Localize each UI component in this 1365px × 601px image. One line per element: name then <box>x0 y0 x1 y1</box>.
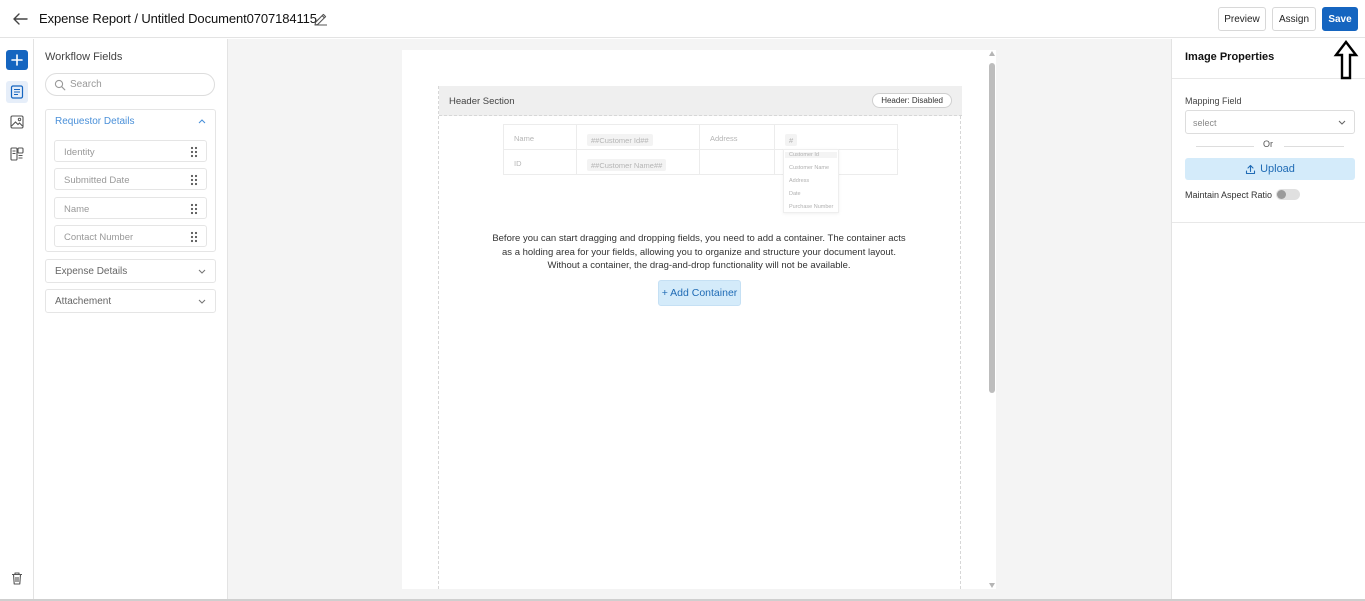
preview-cell: Name <box>504 125 577 150</box>
header-section[interactable]: Header Section Header: Disabled <box>439 86 962 116</box>
or-separator: Or <box>1263 139 1273 149</box>
preview-cell: ##Customer Name## <box>577 150 700 175</box>
dropdown-option: Address <box>789 178 810 184</box>
scroll-up-icon[interactable] <box>989 51 995 56</box>
workflow-fields-panel: Workflow Fields Requestor Details Identi… <box>34 39 228 599</box>
page-content-area: Header Section Header: Disabled Name ##C… <box>438 86 962 589</box>
header-status-badge[interactable]: Header: Disabled <box>872 93 952 108</box>
maintain-aspect-ratio-toggle[interactable] <box>1276 189 1300 200</box>
pencil-icon[interactable] <box>313 12 328 27</box>
dropdown-option: Customer Id <box>785 152 837 158</box>
canvas-scrollbar[interactable] <box>989 51 995 588</box>
dropdown-option: Date <box>789 191 801 197</box>
chevron-down-icon <box>198 299 206 304</box>
upload-button[interactable]: Upload <box>1185 158 1355 180</box>
divider <box>1196 146 1254 147</box>
search-input[interactable] <box>70 77 210 92</box>
drag-handle-icon[interactable] <box>190 203 198 215</box>
chevron-down-icon <box>1338 120 1346 125</box>
upload-icon <box>1246 164 1256 174</box>
layout-icon[interactable] <box>9 146 25 162</box>
preview-cell <box>700 150 775 175</box>
add-button[interactable] <box>6 50 28 70</box>
preview-cell: ##Customer Id## <box>577 125 700 150</box>
group-label: Requestor Details <box>55 116 135 127</box>
document-canvas: Header Section Header: Disabled Name ##C… <box>228 39 1171 599</box>
search-box <box>45 73 215 96</box>
group-attachement[interactable]: Attachement <box>45 289 216 313</box>
document-title: Expense Report / Untitled Document070718… <box>39 11 317 26</box>
plus-icon <box>11 54 23 66</box>
top-bar: Expense Report / Untitled Document070718… <box>0 0 1365 38</box>
select-value: select <box>1193 118 1217 128</box>
preview-button[interactable]: Preview <box>1218 7 1266 31</box>
toggle-knob <box>1277 190 1286 199</box>
field-item-name[interactable]: Name <box>54 197 207 219</box>
preview-cell: # <box>775 125 899 150</box>
dropdown-option: Purchase Number <box>789 204 834 210</box>
chevron-down-icon <box>198 269 206 274</box>
search-icon <box>54 79 66 91</box>
mapping-field-label: Mapping Field <box>1185 96 1242 106</box>
maintain-aspect-ratio-label: Maintain Aspect Ratio <box>1185 190 1273 200</box>
field-item-submitted-date[interactable]: Submitted Date <box>54 168 207 190</box>
chevron-up-icon <box>198 119 206 124</box>
scroll-thumb[interactable] <box>989 63 995 393</box>
field-item-identity[interactable]: Identity <box>54 140 207 162</box>
header-section-label: Header Section <box>449 96 515 107</box>
back-arrow-icon[interactable] <box>11 11 29 27</box>
pointer-arrow-icon <box>1333 40 1359 80</box>
panel-title: Workflow Fields <box>45 51 123 63</box>
document-page: Header Section Header: Disabled Name ##C… <box>402 50 996 589</box>
rail-item-fields[interactable] <box>6 81 28 103</box>
divider <box>1284 146 1344 147</box>
container-info-text: Before you can start dragging and droppi… <box>492 233 906 271</box>
divider <box>1172 222 1365 223</box>
group-requestor-details: Requestor Details Identity Submitted Dat… <box>45 109 216 252</box>
group-header-attachement[interactable]: Attachement <box>46 290 215 312</box>
image-properties-panel: Image Properties Mapping Field select Or… <box>1171 39 1365 599</box>
group-header-expense-details[interactable]: Expense Details <box>46 260 215 282</box>
group-expense-details[interactable]: Expense Details <box>45 259 216 283</box>
field-label: Name <box>64 204 90 215</box>
group-label: Expense Details <box>55 266 128 277</box>
image-icon[interactable] <box>9 114 25 130</box>
field-item-contact-number[interactable]: Contact Number <box>54 225 207 247</box>
assign-button[interactable]: Assign <box>1272 7 1316 31</box>
field-label: Contact Number <box>64 232 134 243</box>
mapping-field-select[interactable]: select <box>1185 110 1355 134</box>
drag-handle-icon[interactable] <box>190 231 198 243</box>
drag-handle-icon[interactable] <box>190 146 198 158</box>
scroll-down-icon[interactable] <box>989 583 995 588</box>
group-label: Attachement <box>55 296 112 307</box>
properties-title: Image Properties <box>1185 51 1275 63</box>
example-dropdown: Customer Id Customer Name Address Date P… <box>783 149 839 213</box>
field-label: Submitted Date <box>64 175 130 186</box>
field-label: Identity <box>64 147 95 158</box>
trash-icon[interactable] <box>9 570 25 586</box>
dropdown-option: Customer Name <box>789 165 830 171</box>
upload-label: Upload <box>1260 163 1295 175</box>
document-icon <box>10 85 24 99</box>
preview-cell: Address <box>700 125 775 150</box>
group-header-requestor-details[interactable]: Requestor Details <box>46 110 215 132</box>
drag-handle-icon[interactable] <box>190 174 198 186</box>
preview-cell: ID <box>504 150 577 175</box>
left-tool-rail <box>0 39 34 599</box>
save-button[interactable]: Save <box>1322 7 1358 31</box>
add-container-button[interactable]: + Add Container <box>658 280 741 306</box>
